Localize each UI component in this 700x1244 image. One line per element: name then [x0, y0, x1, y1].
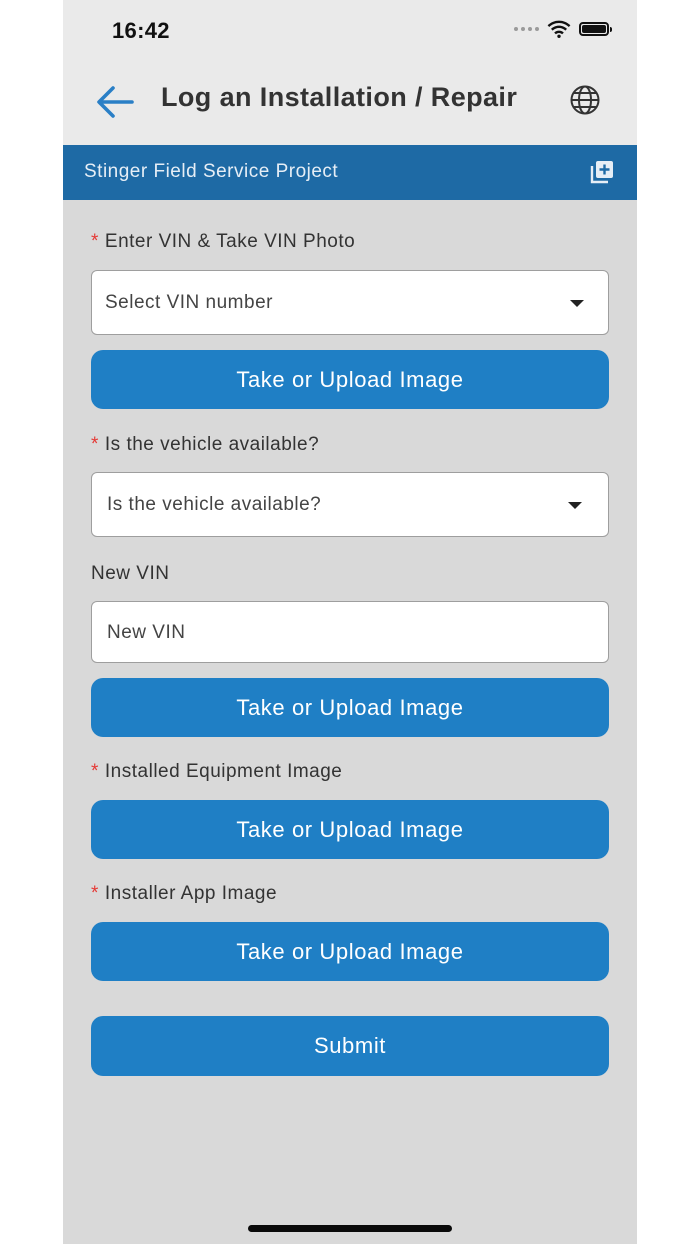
wifi-icon [547, 20, 571, 38]
installer-app-upload-image-button[interactable]: Take or Upload Image [91, 922, 609, 981]
required-marker: * [91, 231, 99, 252]
vin-label: * Enter VIN & Take VIN Photo [91, 231, 355, 253]
vin-select-value: Select VIN number [105, 292, 273, 313]
installed-equipment-label-text: Installed Equipment Image [104, 761, 343, 782]
vin-select[interactable]: Select VIN number [91, 270, 609, 335]
required-marker: * [91, 434, 99, 455]
status-time: 16:42 [112, 18, 170, 43]
vehicle-available-label: * Is the vehicle available? [91, 434, 319, 456]
installer-app-label-text: Installer App Image [104, 883, 278, 904]
page-title: Log an Installation / Repair [161, 82, 518, 112]
new-vin-input[interactable]: New VIN [91, 601, 609, 663]
signal-dots-icon [514, 27, 539, 31]
installed-equipment-upload-image-button[interactable]: Take or Upload Image [91, 800, 609, 859]
vin-upload-image-button[interactable]: Take or Upload Image [91, 350, 609, 409]
required-marker: * [91, 761, 99, 782]
language-button[interactable] [567, 82, 603, 118]
installed-equipment-label: * Installed Equipment Image [91, 761, 342, 783]
installer-app-label: * Installer App Image [91, 883, 277, 905]
project-header: Stinger Field Service Project [63, 145, 637, 200]
new-vin-placeholder: New VIN [107, 622, 186, 643]
vehicle-available-label-text: Is the vehicle available? [104, 434, 320, 455]
home-indicator[interactable] [248, 1225, 452, 1232]
new-vin-label: New VIN [91, 563, 170, 584]
globe-icon [570, 85, 600, 115]
status-bar: 16:42 [63, 0, 637, 60]
required-marker: * [91, 883, 99, 904]
add-to-library-icon[interactable] [589, 159, 615, 185]
vehicle-available-value: Is the vehicle available? [107, 494, 322, 515]
navigation-bar: Log an Installation / Repair [63, 60, 637, 145]
caret-down-icon [570, 300, 584, 307]
vehicle-available-select[interactable]: Is the vehicle available? [91, 472, 609, 537]
caret-down-icon [568, 502, 582, 509]
back-button[interactable] [93, 80, 137, 124]
project-name: Stinger Field Service Project [84, 161, 339, 182]
new-vin-upload-image-button[interactable]: Take or Upload Image [91, 678, 609, 737]
battery-icon [579, 22, 612, 36]
submit-button[interactable]: Submit [91, 1016, 609, 1076]
back-arrow-icon [97, 86, 134, 118]
app-screen: 16:42 Log an Installation / Repair Sting… [63, 0, 637, 1244]
status-icons [514, 20, 612, 38]
vin-label-text: Enter VIN & Take VIN Photo [104, 231, 356, 252]
